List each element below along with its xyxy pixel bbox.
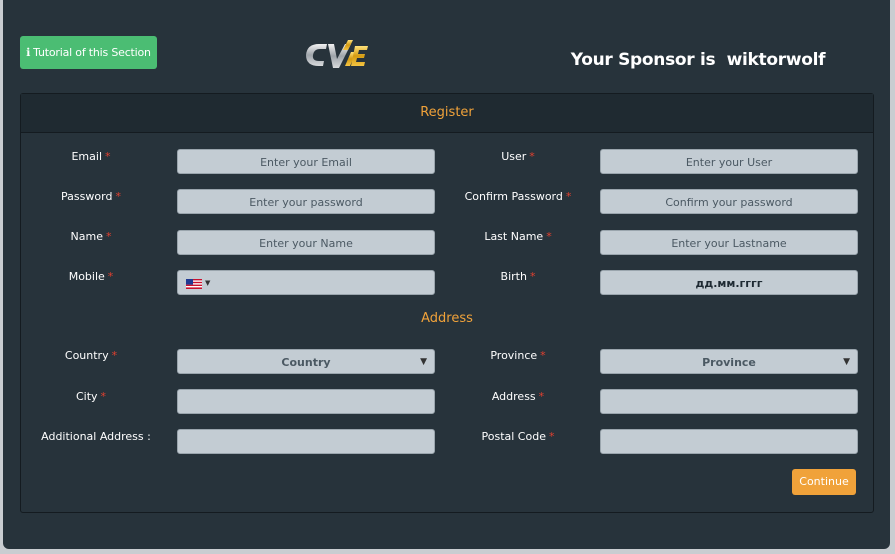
cvie-logo: [306, 40, 368, 68]
app-frame: ℹ Tutorial of this Section Your Sponsor i…: [3, 0, 890, 549]
province-label: Province *: [490, 349, 546, 362]
mobile-input[interactable]: ▼: [177, 270, 435, 295]
email-label: Email *: [71, 150, 111, 163]
tutorial-label: Tutorial of this Section: [33, 46, 151, 59]
register-panel: Register Email * Enter your Email User * E…: [20, 93, 874, 513]
city-label: City *: [75, 390, 107, 403]
panel-title: Register: [21, 94, 873, 133]
additional-address-input[interactable]: [177, 429, 435, 454]
postal-code-label: Postal Code *: [481, 430, 555, 443]
us-flag-icon[interactable]: [186, 279, 202, 289]
city-input[interactable]: [177, 389, 435, 414]
address-label: Address *: [491, 390, 545, 403]
postal-code-input[interactable]: [600, 429, 858, 454]
birth-input[interactable]: дд.мм.гггг: [600, 270, 858, 295]
additional-address-label: Additional Address :: [41, 430, 151, 443]
address-title: Address: [421, 311, 473, 326]
tutorial-button[interactable]: ℹ Tutorial of this Section: [20, 36, 157, 69]
country-label: Country *: [64, 349, 118, 362]
mobile-label: Mobile *: [68, 270, 114, 283]
user-input[interactable]: Enter your User: [600, 149, 858, 174]
sponsor-text: Your Sponsor is wiktorwolf: [543, 50, 853, 70]
password-input[interactable]: Enter your password: [177, 189, 435, 214]
chevron-down-icon: ▼: [843, 357, 850, 367]
sponsor-prefix: Your Sponsor is: [570, 50, 716, 70]
confirm-password-label: Confirm Password *: [464, 190, 572, 203]
last-name-input[interactable]: Enter your Lastname: [600, 230, 858, 255]
country-code-caret-icon[interactable]: ▼: [205, 271, 210, 296]
name-input[interactable]: Enter your Name: [177, 230, 435, 255]
sponsor-name: wiktorwolf: [726, 50, 826, 70]
birth-label: Birth *: [500, 270, 536, 283]
address-input[interactable]: [600, 389, 858, 414]
email-input[interactable]: Enter your Email: [177, 149, 435, 174]
password-label: Password *: [61, 190, 121, 203]
last-name-label: Last Name *: [484, 230, 552, 243]
province-select[interactable]: Province ▼: [600, 349, 858, 374]
continue-button[interactable]: Continue: [792, 469, 856, 495]
province-selected: Province: [702, 356, 756, 369]
info-icon: ℹ: [26, 46, 31, 59]
chevron-down-icon: ▼: [420, 357, 427, 367]
country-select[interactable]: Country ▼: [177, 349, 435, 374]
name-label: Name *: [70, 230, 112, 243]
country-selected: Country: [281, 356, 331, 369]
user-label: User *: [501, 150, 535, 163]
confirm-password-input[interactable]: Confirm your password: [600, 189, 858, 214]
